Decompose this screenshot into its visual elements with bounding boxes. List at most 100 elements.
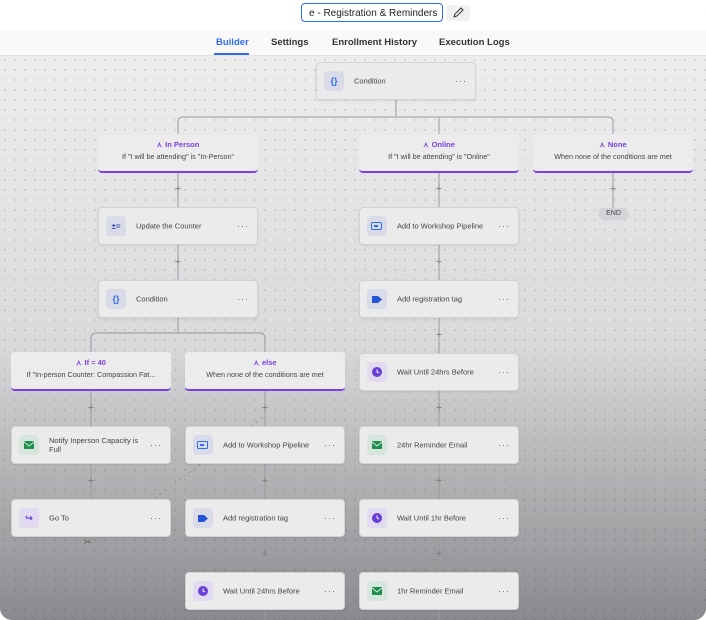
node-label: Wait Until 24hrs Before xyxy=(223,586,300,596)
node-label: 24hr Reminder Email xyxy=(397,440,468,450)
branch-icon: ⋏ xyxy=(599,140,605,149)
node-label: Wait Until 1hr Before xyxy=(397,513,466,523)
branch-title: In Person xyxy=(165,140,200,149)
active-tab-indicator xyxy=(214,53,249,55)
node-label: Add to Workshop Pipeline xyxy=(397,221,484,231)
branch-subtitle: When none of the conditions are met xyxy=(206,370,324,379)
more-options-icon[interactable]: ··· xyxy=(324,513,336,523)
branch-icon: ⋏ xyxy=(423,140,429,149)
branch-title: else xyxy=(261,358,277,367)
else-pipeline-node[interactable]: Add to Workshop Pipeline ··· xyxy=(185,426,345,464)
more-options-icon[interactable]: ··· xyxy=(498,221,510,231)
goto-icon: ↪ xyxy=(19,508,39,528)
end-marker: END xyxy=(598,208,629,220)
branch-subtitle: If "I will be attending" is "Online" xyxy=(388,152,490,161)
more-options-icon[interactable]: ··· xyxy=(324,586,336,596)
inner-condition-node[interactable]: {} Condition ··· xyxy=(98,280,258,318)
node-label: 1hr Reminder Email xyxy=(397,586,464,596)
workflow-builder-window: e - Registration & Reminders Builder Set… xyxy=(0,0,706,620)
email-icon xyxy=(19,435,39,455)
node-label: Add to Workshop Pipeline xyxy=(223,440,310,450)
add-step-button[interactable]: + xyxy=(260,549,270,560)
more-options-icon[interactable]: ··· xyxy=(150,513,162,523)
branch-icon: ⋏ xyxy=(156,140,163,149)
else-wait-node[interactable]: Wait Until 24hrs Before ··· xyxy=(185,572,345,610)
online-tag-node[interactable]: Add registration tag ··· xyxy=(359,280,519,318)
tag-icon xyxy=(193,508,213,528)
notify-capacity-node[interactable]: Notify Inperson Capacity is Full ··· xyxy=(11,426,171,464)
branch-subtitle: If "In-person Counter: Compassion Fat... xyxy=(26,370,156,379)
more-options-icon[interactable]: ··· xyxy=(498,367,510,377)
add-step-button[interactable]: + xyxy=(434,257,444,268)
node-label: Go To xyxy=(49,513,69,523)
node-label: Condition xyxy=(136,294,168,304)
add-step-button[interactable]: + xyxy=(86,476,96,487)
branch-in-person[interactable]: ⋏ In Person If "I will be attending" is "… xyxy=(98,134,258,173)
wait-icon xyxy=(193,581,213,601)
add-step-button[interactable]: + xyxy=(434,403,444,414)
math-operations-icon: ±= xyxy=(106,216,126,236)
email-icon xyxy=(367,581,387,601)
top-bar: e - Registration & Reminders xyxy=(0,0,706,30)
scissors-icon[interactable]: ✂ xyxy=(84,537,97,549)
node-label: Notify Inperson Capacity is Full xyxy=(49,436,139,454)
add-step-button[interactable]: + xyxy=(434,549,444,560)
branch-subtitle: When none of the conditions are met xyxy=(554,152,672,161)
branch-title: If = 40 xyxy=(84,358,106,367)
tab-builder[interactable]: Builder xyxy=(216,37,249,48)
more-options-icon[interactable]: ··· xyxy=(498,294,510,304)
more-options-icon[interactable]: ··· xyxy=(324,440,336,450)
tab-bar: Builder Settings Enrollment History Exec… xyxy=(0,30,706,56)
more-options-icon[interactable]: ··· xyxy=(237,294,249,304)
add-step-button[interactable]: + xyxy=(173,184,183,195)
node-label: Add registration tag xyxy=(223,513,289,523)
branch-else[interactable]: ⋏ else When none of the conditions are me… xyxy=(185,352,345,391)
add-step-button[interactable]: + xyxy=(434,476,444,487)
more-options-icon[interactable]: ··· xyxy=(455,76,467,86)
node-label: Add registration tag xyxy=(397,294,463,304)
add-step-button[interactable]: + xyxy=(260,476,270,487)
add-step-button[interactable]: + xyxy=(608,184,618,195)
branch-title: None xyxy=(607,140,627,149)
more-options-icon[interactable]: ··· xyxy=(237,221,249,231)
root-condition-node[interactable]: {} Condition ··· xyxy=(316,62,476,100)
workflow-title-input[interactable]: e - Registration & Reminders xyxy=(301,3,443,22)
branch-online[interactable]: ⋏ Online If "I will be attending" is "Onl… xyxy=(359,134,519,173)
pipeline-icon xyxy=(193,435,213,455)
node-label: Update the Counter xyxy=(136,221,202,231)
add-step-button[interactable]: + xyxy=(434,330,444,341)
online-wait24-node[interactable]: Wait Until 24hrs Before ··· xyxy=(359,353,519,391)
tab-settings[interactable]: Settings xyxy=(271,37,308,48)
tab-execution-logs[interactable]: Execution Logs xyxy=(439,37,510,48)
edit-title-button[interactable] xyxy=(446,5,470,21)
update-counter-node[interactable]: ±= Update the Counter ··· xyxy=(98,207,258,245)
node-label: Condition xyxy=(354,76,386,86)
tab-enrollment-history[interactable]: Enrollment History xyxy=(332,37,417,48)
tag-icon xyxy=(367,289,387,309)
branch-none[interactable]: ⋏ None When none of the conditions are me… xyxy=(533,134,693,173)
add-step-button[interactable]: + xyxy=(86,403,96,414)
pencil-icon xyxy=(453,7,464,18)
more-options-icon[interactable]: ··· xyxy=(498,440,510,450)
more-options-icon[interactable]: ··· xyxy=(498,586,510,596)
branch-icon: ⋏ xyxy=(76,358,82,367)
email-icon xyxy=(367,435,387,455)
else-tag-node[interactable]: Add registration tag ··· xyxy=(185,499,345,537)
wait-icon xyxy=(367,362,387,382)
online-pipeline-node[interactable]: Add to Workshop Pipeline ··· xyxy=(359,207,519,245)
wait-icon xyxy=(367,508,387,528)
more-options-icon[interactable]: ··· xyxy=(150,440,162,450)
branch-icon: ⋏ xyxy=(253,358,259,367)
pipeline-icon xyxy=(367,216,387,236)
branch-if-40[interactable]: ⋏ If = 40 If "In-person Counter: Compassi… xyxy=(11,352,171,391)
online-wait1-node[interactable]: Wait Until 1hr Before ··· xyxy=(359,499,519,537)
add-step-button[interactable]: + xyxy=(434,184,444,195)
online-email1-node[interactable]: 1hr Reminder Email ··· xyxy=(359,572,519,610)
add-step-button[interactable]: + xyxy=(260,403,270,414)
add-step-button[interactable]: + xyxy=(173,257,183,268)
online-email24-node[interactable]: 24hr Reminder Email ··· xyxy=(359,426,519,464)
condition-icon: {} xyxy=(324,71,344,91)
branch-title: Online xyxy=(431,140,455,149)
go-to-node[interactable]: ↪ Go To ··· xyxy=(11,499,171,537)
more-options-icon[interactable]: ··· xyxy=(498,513,510,523)
